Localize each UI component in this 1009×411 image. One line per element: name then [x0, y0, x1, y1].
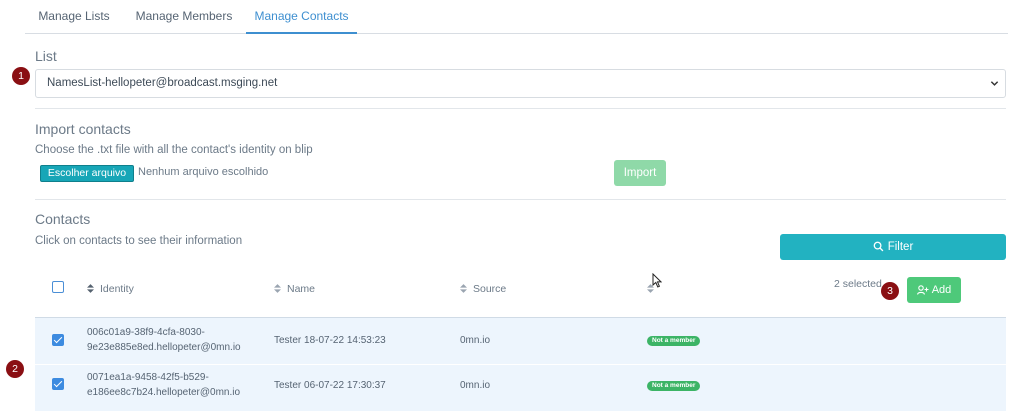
column-header-label: Source: [473, 283, 507, 295]
search-icon: [873, 241, 884, 252]
column-header-source[interactable]: Source: [460, 283, 506, 295]
tab-manage-lists[interactable]: Manage Lists: [25, 0, 123, 34]
chevron-down-icon: [990, 81, 999, 86]
filter-button-label: Filter: [887, 241, 914, 253]
add-button[interactable]: Add: [907, 277, 961, 303]
list-select[interactable]: NamesList-hellopeter@broadcast.msging.ne…: [35, 69, 1006, 98]
contacts-section-title: Contacts: [35, 211, 91, 227]
import-hint: Choose the .txt file with all the contac…: [35, 144, 313, 156]
import-section-title: Import contacts: [35, 121, 131, 137]
file-status-text: Nenhum arquivo escolhido: [138, 166, 269, 178]
row-identity: 006c01a9-38f9-4cfa-8030- 9e23e885e8ed.he…: [87, 325, 241, 355]
identity-line: 0071ea1a-9458-42f5-b529-: [87, 372, 209, 383]
row-checkbox[interactable]: [52, 334, 64, 346]
status-badge: Not a member: [647, 381, 701, 391]
list-select-value: NamesList-hellopeter@broadcast.msging.ne…: [47, 77, 278, 89]
identity-line: e186ee8c7b24.hellopeter@0mn.io: [87, 387, 241, 398]
divider: [35, 108, 1006, 109]
column-header-name[interactable]: Name: [274, 283, 315, 295]
row-source: 0mn.io: [460, 335, 491, 346]
row-name: Tester 18-07-22 14:53:23: [274, 335, 386, 346]
sort-icon: [274, 284, 281, 293]
sort-icon: [460, 284, 467, 293]
row-source: 0mn.io: [460, 380, 491, 391]
select-all-checkbox[interactable]: [52, 281, 64, 293]
contacts-hint: Click on contacts to see their informati…: [35, 235, 243, 247]
row-checkbox[interactable]: [52, 378, 64, 390]
sort-icon: [87, 284, 94, 293]
import-button[interactable]: Import: [614, 160, 666, 186]
divider: [35, 199, 1006, 200]
row-name: Tester 06-07-22 17:30:37: [274, 380, 386, 391]
column-header-identity[interactable]: Identity: [87, 283, 134, 295]
identity-line: 9e23e885e8ed.hellopeter@0mn.io: [87, 342, 241, 353]
choose-file-button[interactable]: Escolher arquivo: [40, 165, 134, 182]
selected-count: 2 selected: [834, 278, 882, 290]
table-row[interactable]: 006c01a9-38f9-4cfa-8030- 9e23e885e8ed.he…: [35, 318, 1006, 364]
list-section-title: List: [35, 48, 57, 64]
add-button-label: Add: [931, 284, 952, 296]
tab-manage-contacts[interactable]: Manage Contacts: [246, 0, 357, 34]
row-identity: 0071ea1a-9458-42f5-b529- e186ee8c7b24.he…: [87, 370, 240, 400]
annotation-marker-3: 3: [881, 282, 899, 300]
annotation-marker-2: 2: [6, 360, 24, 378]
column-header-label: Name: [287, 283, 316, 295]
filter-button[interactable]: Filter: [780, 234, 1006, 260]
add-user-icon: [916, 285, 929, 295]
table-row[interactable]: 0071ea1a-9458-42f5-b529- e186ee8c7b24.he…: [35, 365, 1006, 411]
identity-line: 006c01a9-38f9-4cfa-8030-: [87, 327, 205, 338]
tab-bar: Manage Lists Manage Members Manage Conta…: [25, 0, 1008, 34]
column-header-label: Identity: [100, 283, 134, 295]
mouse-cursor-icon: [652, 273, 662, 288]
tab-manage-members[interactable]: Manage Members: [123, 0, 245, 34]
annotation-marker-1: 1: [12, 67, 30, 85]
status-badge: Not a member: [647, 336, 701, 346]
